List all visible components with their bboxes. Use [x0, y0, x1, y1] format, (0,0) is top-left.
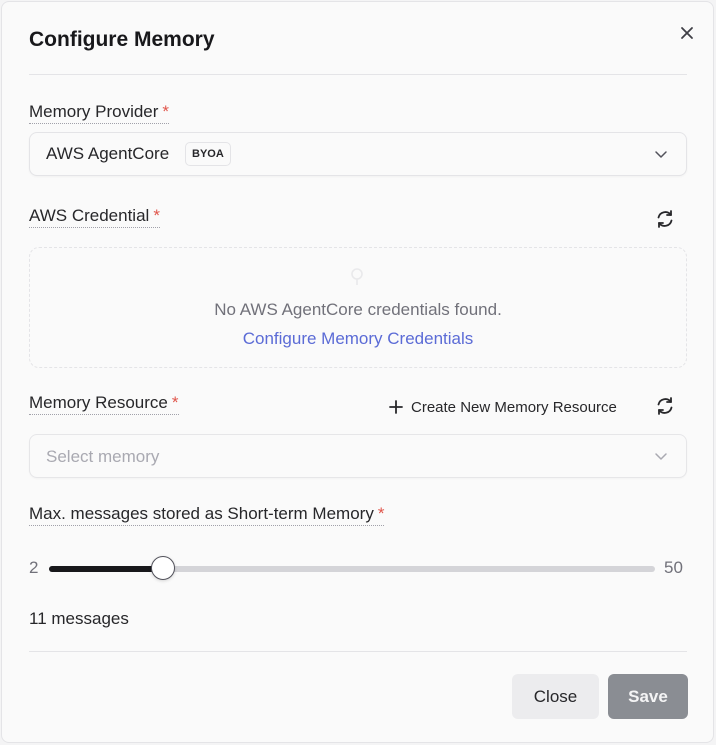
memory-resource-label-text: Memory Resource	[29, 393, 168, 412]
close-button[interactable]: Close	[512, 674, 599, 719]
create-memory-resource-label: Create New Memory Resource	[411, 398, 617, 416]
key-icon	[351, 268, 363, 285]
required-marker: *	[153, 206, 160, 225]
required-marker: *	[377, 504, 385, 523]
footer-divider	[29, 651, 687, 652]
slider-min-label: 2	[29, 558, 39, 577]
memory-provider-label-text: Memory Provider	[29, 102, 159, 121]
create-memory-resource-button[interactable]: Create New Memory Resource	[388, 395, 617, 419]
memory-provider-select[interactable]: AWS AgentCore BYOA	[29, 132, 687, 176]
dialog-title: Configure Memory	[29, 28, 215, 51]
short-term-memory-label-text: Max. messages stored as Short-term Memor…	[29, 504, 374, 523]
byoa-badge: BYOA	[185, 142, 231, 166]
no-credentials-message: No AWS AgentCore credentials found.	[214, 300, 502, 319]
close-icon[interactable]	[676, 22, 698, 44]
configure-credentials-link[interactable]: Configure Memory Credentials	[30, 329, 686, 349]
slider-max-label: 50	[664, 558, 683, 577]
required-marker: *	[171, 393, 179, 412]
memory-provider-label: Memory Provider *	[29, 102, 170, 124]
configure-memory-dialog: Configure Memory Memory Provider * AWS Ag…	[1, 1, 714, 743]
memory-provider-value: AWS AgentCore	[46, 144, 170, 163]
memory-resource-placeholder: Select memory	[46, 447, 160, 466]
short-term-memory-slider[interactable]	[49, 556, 655, 580]
slider-thumb[interactable]	[150, 556, 175, 580]
refresh-credentials-icon[interactable]	[654, 208, 676, 230]
credentials-empty-state: No AWS AgentCore credentials found. Conf…	[29, 247, 687, 368]
aws-credential-label-text: AWS Credential	[29, 206, 150, 225]
message-count: 11 messages	[29, 609, 129, 628]
aws-credential-label: AWS Credential *	[29, 206, 160, 228]
chevron-down-icon	[655, 453, 667, 460]
required-marker: *	[162, 102, 170, 121]
chevron-down-icon	[655, 151, 667, 158]
short-term-memory-label: Max. messages stored as Short-term Memor…	[29, 504, 385, 526]
memory-resource-label: Memory Resource *	[29, 393, 179, 415]
memory-resource-select[interactable]: Select memory	[29, 434, 687, 478]
header-divider	[29, 74, 687, 75]
save-button[interactable]: Save	[608, 674, 688, 719]
slider-fill	[49, 566, 163, 572]
plus-icon	[389, 400, 403, 414]
refresh-resources-icon[interactable]	[654, 395, 676, 417]
